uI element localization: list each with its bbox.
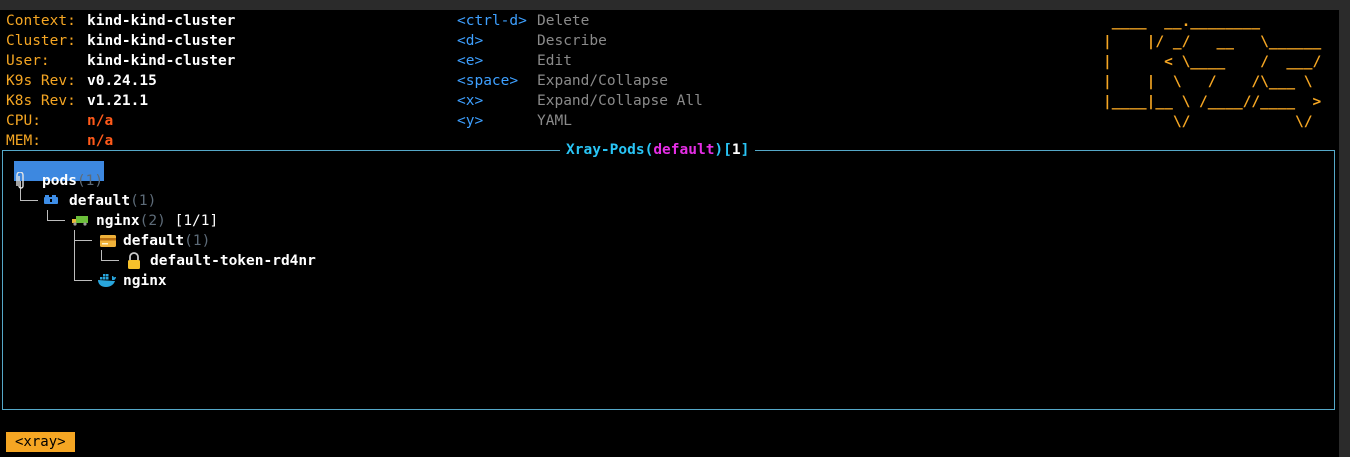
k9s-logo: ____ __.________ | |/ _/ __ \______ | < … — [1103, 14, 1322, 130]
title-prefix: Xray-Pods( — [566, 142, 654, 158]
tree-branch-line — [74, 240, 92, 241]
tree-branch-line — [74, 280, 92, 281]
shortcut-label-describe: Describe — [537, 33, 607, 49]
lock-icon — [128, 252, 140, 269]
tree-node-serviceaccount-default[interactable]: default(1) — [123, 231, 210, 251]
tree-node-count: (1) — [130, 193, 157, 209]
info-mem-label: MEM: — [6, 133, 41, 149]
shortcut-key-expand-collapse[interactable]: <space> — [457, 71, 518, 91]
container-docker-icon — [98, 274, 116, 287]
pod-truck-icon — [72, 216, 88, 226]
shortcut-label-delete: Delete — [537, 13, 590, 29]
shortcut-key-expand-collapse-all[interactable]: <x> — [457, 91, 483, 111]
shortcut-key-edit[interactable]: <e> — [457, 51, 483, 71]
title-suffix: ] — [740, 142, 750, 158]
info-cluster-label: Cluster: — [6, 33, 76, 49]
shortcut-key-yaml[interactable]: <y> — [457, 111, 483, 131]
tree-node-secret[interactable]: default-token-rd4nr — [150, 251, 316, 271]
tree-branch-line — [101, 260, 119, 261]
info-user-label: User: — [6, 53, 50, 69]
info-context-value: kind-kind-cluster — [87, 13, 236, 29]
tree-branch-line — [74, 230, 75, 281]
tree-node-count: (1) — [184, 233, 211, 249]
tree-node-label: default — [123, 233, 185, 249]
info-cluster-value: kind-kind-cluster — [87, 33, 236, 49]
tree-node-label: nginx — [96, 213, 140, 229]
service-account-card-icon — [100, 235, 116, 247]
shortcut-key-delete[interactable]: <ctrl-d> — [457, 11, 527, 31]
tree-node-label: nginx — [123, 273, 167, 289]
tree-node-count: (2) — [139, 213, 166, 229]
tree-node-label: default-token-rd4nr — [150, 253, 316, 269]
tree-node-label: pods — [42, 173, 77, 189]
tree-node-pod-nginx[interactable]: nginx(2) [1/1] — [96, 211, 218, 231]
shortcut-key-describe[interactable]: <d> — [457, 31, 483, 51]
xray-panel — [2, 150, 1335, 410]
info-k9s-rev-label: K9s Rev: — [6, 73, 76, 89]
info-k8s-rev-label: K8s Rev: — [6, 93, 76, 109]
tree-branch-line — [47, 220, 65, 221]
xray-panel-title: Xray-Pods(default)[1] — [560, 140, 756, 160]
shortcut-label-expand-collapse: Expand/Collapse — [537, 73, 668, 89]
info-user-value: kind-kind-cluster — [87, 53, 236, 69]
title-mid: )[ — [714, 142, 732, 158]
shortcut-label-edit: Edit — [537, 53, 572, 69]
tree-node-pods[interactable]: pods(1) — [42, 171, 103, 191]
tree-node-label: default — [69, 193, 131, 209]
tree-node-container-nginx[interactable]: nginx — [123, 271, 167, 291]
info-k8s-rev-value: v1.21.1 — [87, 93, 149, 109]
info-context: Context: — [6, 13, 76, 29]
title-namespace: default — [653, 142, 715, 158]
shortcut-label-expand-collapse-all: Expand/Collapse All — [537, 93, 703, 109]
tree-branch-line — [20, 200, 38, 201]
title-count: 1 — [731, 142, 741, 158]
breadcrumb-xray[interactable]: <xray> — [6, 432, 75, 452]
info-cpu-label: CPU: — [6, 113, 41, 129]
namespace-icon — [44, 195, 58, 204]
paperclip-icon — [16, 172, 24, 189]
info-cpu-value: n/a — [87, 113, 114, 129]
info-mem-value: n/a — [87, 133, 114, 149]
tree-node-namespace-default[interactable]: default(1) — [69, 191, 156, 211]
shortcut-label-yaml: YAML — [537, 113, 572, 129]
info-k9s-rev-value: v0.24.15 — [87, 73, 157, 89]
tree-node-ready: [1/1] — [174, 213, 219, 229]
tree-node-count: (1) — [76, 173, 104, 189]
